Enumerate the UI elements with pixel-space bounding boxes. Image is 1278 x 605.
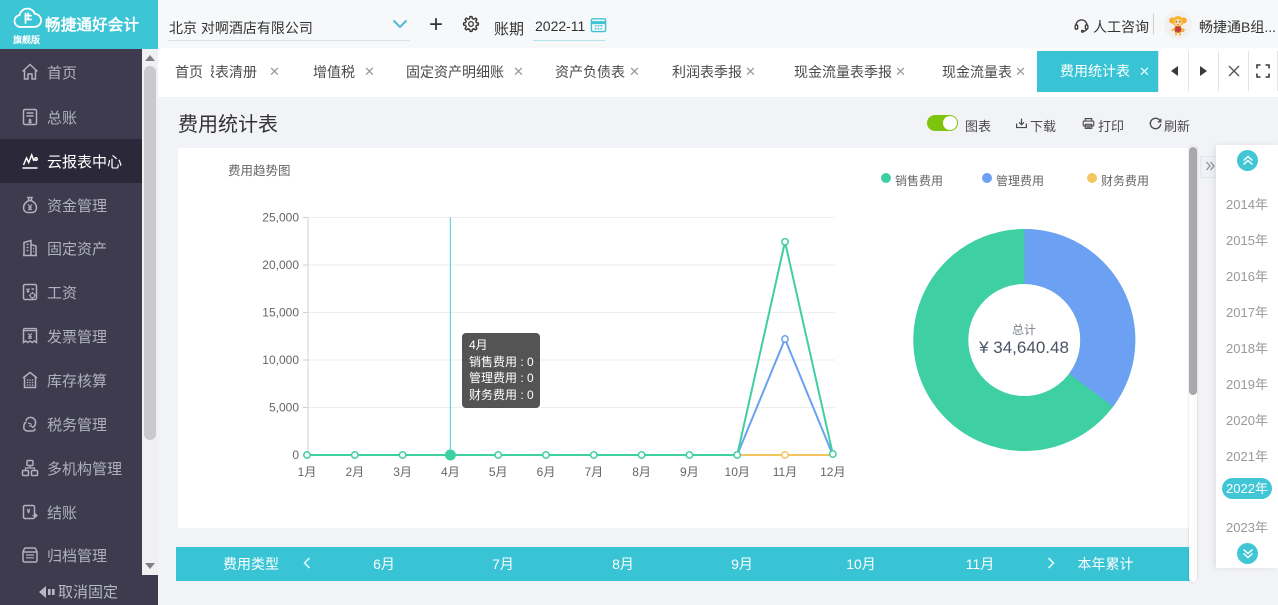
svg-text:7月: 7月 [584, 465, 603, 479]
svg-text:11月: 11月 [773, 465, 797, 479]
svg-text:5,000: 5,000 [269, 401, 299, 415]
svg-text:10,000: 10,000 [262, 353, 299, 367]
svg-text:4月: 4月 [441, 465, 460, 479]
svg-text:3月: 3月 [393, 465, 412, 479]
svg-text:15,000: 15,000 [262, 306, 299, 320]
svg-text:6月: 6月 [537, 465, 556, 479]
svg-text:9月: 9月 [680, 465, 699, 479]
svg-text:8月: 8月 [632, 465, 651, 479]
svg-text:2月: 2月 [345, 465, 364, 479]
svg-text:12月: 12月 [820, 465, 845, 479]
svg-text:10月: 10月 [725, 465, 750, 479]
svg-text:总计: 总计 [1012, 323, 1036, 337]
svg-text:5月: 5月 [489, 465, 508, 479]
svg-text:¥ 34,640.48: ¥ 34,640.48 [978, 338, 1069, 357]
svg-text:0: 0 [292, 448, 299, 462]
svg-text:1月: 1月 [298, 465, 317, 479]
svg-text:25,000: 25,000 [262, 211, 299, 225]
svg-text:20,000: 20,000 [262, 258, 299, 272]
